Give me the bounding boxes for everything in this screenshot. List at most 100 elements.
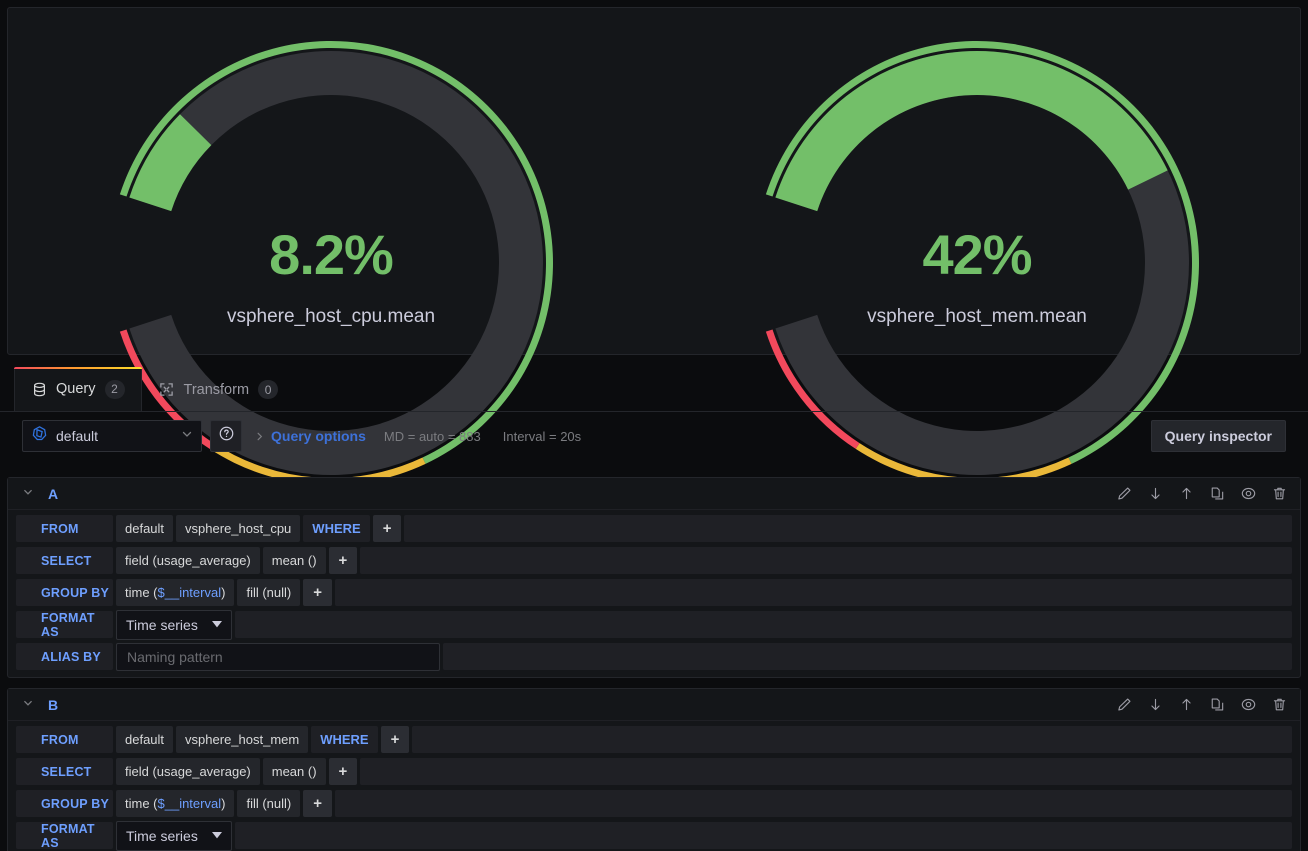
query-header: B xyxy=(8,689,1300,721)
query-row-filler xyxy=(404,515,1292,542)
tab-query-count: 2 xyxy=(104,379,125,399)
remove-query-icon[interactable] xyxy=(1272,697,1287,712)
max-data-points-info: MD = auto = 883 xyxy=(383,428,481,444)
format-as-value: Time series xyxy=(126,616,198,633)
datasource-help-button[interactable] xyxy=(210,420,242,452)
tab-query-label: Query xyxy=(56,381,96,397)
move-query-up-icon[interactable] xyxy=(1179,486,1194,501)
format-as-select[interactable]: Time series xyxy=(116,820,232,851)
query-segment[interactable]: field (usage_average) xyxy=(116,758,260,785)
query-row-filler xyxy=(360,547,1292,574)
move-query-up-icon[interactable] xyxy=(1179,697,1194,712)
database-icon xyxy=(31,381,47,397)
add-segment-button[interactable]: + xyxy=(380,726,410,753)
duplicate-query-icon[interactable] xyxy=(1210,486,1225,501)
alias-by-input[interactable] xyxy=(116,642,440,671)
gauge-value-text: 8.2% xyxy=(269,223,394,286)
query-segment[interactable]: fill (null) xyxy=(237,579,301,606)
query-row-label: ALIAS BY xyxy=(16,643,113,670)
query-segment[interactable]: mean () xyxy=(262,758,326,785)
editor-tab-bar: Query 2 Transform 0 xyxy=(0,367,1308,412)
query-row-format-as: FORMAT AS Time series xyxy=(16,609,1292,640)
query-row-from: FROM default vsphere_host_mem WHERE + xyxy=(16,726,1292,753)
query-segment[interactable]: vsphere_host_mem xyxy=(176,726,309,753)
gauge-value-text: 42% xyxy=(922,223,1032,286)
interval-info: Interval = 20s xyxy=(502,428,582,444)
query-block-B: B FROM default vsphere_host_mem WHERE + SELECT… xyxy=(7,688,1301,851)
edit-query-icon[interactable] xyxy=(1117,486,1132,501)
gauge-1: 8.2% vsphere_host_cpu.mean xyxy=(8,8,654,485)
query-segment[interactable]: default xyxy=(116,726,174,753)
add-segment-button[interactable]: + xyxy=(303,579,333,606)
query-row-format-as: FORMAT AS Time series xyxy=(16,820,1292,851)
remove-query-icon[interactable] xyxy=(1272,486,1287,501)
query-segment[interactable]: vsphere_host_cpu xyxy=(176,515,301,542)
toggle-query-visibility-icon[interactable] xyxy=(1241,697,1256,712)
query-block-A: A FROM default vsphere_host_cpu WHERE + SELECT… xyxy=(7,477,1301,678)
chevron-down-icon xyxy=(181,427,193,445)
query-segment[interactable]: time ($__interval) xyxy=(116,579,235,606)
tab-transform-count: 0 xyxy=(258,380,279,399)
duplicate-query-icon[interactable] xyxy=(1210,697,1225,712)
tab-transform[interactable]: Transform 0 xyxy=(142,367,296,411)
query-ref-id[interactable]: B xyxy=(48,697,58,713)
query-action-group xyxy=(1117,486,1291,501)
query-ref-id[interactable]: A xyxy=(48,486,58,502)
datasource-name: default xyxy=(56,428,99,444)
query-row-from: FROM default vsphere_host_cpu WHERE + xyxy=(16,515,1292,542)
edit-query-icon[interactable] xyxy=(1117,697,1132,712)
add-segment-button[interactable]: + xyxy=(328,758,358,785)
gauge-graphic: 8.2% vsphere_host_cpu.mean xyxy=(101,31,561,485)
caret-down-icon xyxy=(211,831,222,841)
query-options-expand-icon[interactable] xyxy=(254,431,265,442)
query-body: FROM default vsphere_host_mem WHERE + SELECT f… xyxy=(8,721,1300,851)
gauge-row: 8.2% vsphere_host_cpu.mean 42% vsphere_host… xyxy=(8,8,1300,485)
grafana-panel-edit-page: 8.2% vsphere_host_cpu.mean 42% vsphere_host… xyxy=(0,0,1308,851)
gauge-value-arc xyxy=(775,50,1168,212)
chevron-down-icon[interactable] xyxy=(22,697,34,712)
query-segment[interactable]: default xyxy=(116,515,174,542)
query-action-group xyxy=(1117,697,1291,712)
datasource-picker[interactable]: default xyxy=(22,420,202,452)
query-row-group-by: GROUP BY time ($__interval) fill (null) + xyxy=(16,579,1292,606)
query-keyword-segment[interactable]: WHERE xyxy=(311,726,378,753)
chevron-down-icon[interactable] xyxy=(22,486,34,501)
query-keyword-segment[interactable]: WHERE xyxy=(303,515,370,542)
query-segment[interactable]: time ($__interval) xyxy=(116,790,235,817)
query-options-bar: default Query options MD = auto = 883 In… xyxy=(0,412,1308,460)
move-query-down-icon[interactable] xyxy=(1148,697,1163,712)
add-segment-button[interactable]: + xyxy=(372,515,402,542)
tab-transform-label: Transform xyxy=(183,381,250,398)
add-segment-button[interactable]: + xyxy=(303,790,333,817)
query-row-filler xyxy=(335,790,1292,817)
query-header: A xyxy=(8,478,1300,510)
query-row-label: FORMAT AS xyxy=(16,822,113,850)
gauge-title: vsphere_host_mem.mean xyxy=(867,306,1087,327)
caret-down-icon xyxy=(211,620,222,630)
query-row-filler xyxy=(335,579,1292,606)
tab-query[interactable]: Query 2 xyxy=(14,367,142,411)
gauge-2: 42% vsphere_host_mem.mean xyxy=(654,8,1300,485)
gauge-title: vsphere_host_cpu.mean xyxy=(226,306,436,327)
toggle-query-visibility-icon[interactable] xyxy=(1241,486,1256,501)
influxdb-icon xyxy=(31,425,48,447)
format-as-value: Time series xyxy=(126,827,198,844)
query-segment[interactable]: field (usage_average) xyxy=(116,547,260,574)
query-row-label: FROM xyxy=(16,515,113,542)
move-query-down-icon[interactable] xyxy=(1148,486,1163,501)
query-inspector-label: Query inspector xyxy=(1164,428,1272,444)
query-row-select: SELECT field (usage_average) mean () + xyxy=(16,547,1292,574)
query-variable: $__interval xyxy=(157,796,222,811)
query-options-title[interactable]: Query options xyxy=(271,428,366,444)
query-segment[interactable]: mean () xyxy=(262,547,326,574)
query-inspector-button[interactable]: Query inspector xyxy=(1150,420,1286,452)
query-row-alias-by: ALIAS BY xyxy=(16,642,1292,671)
query-row-label: SELECT xyxy=(16,758,113,785)
format-as-select[interactable]: Time series xyxy=(116,609,232,640)
query-segment[interactable]: fill (null) xyxy=(237,790,301,817)
query-editor-list: A FROM default vsphere_host_cpu WHERE + SELECT… xyxy=(7,477,1301,851)
transform-icon xyxy=(159,382,175,398)
add-segment-button[interactable]: + xyxy=(328,547,358,574)
query-row-label: GROUP BY xyxy=(16,579,113,606)
query-row-label: FROM xyxy=(16,726,113,753)
